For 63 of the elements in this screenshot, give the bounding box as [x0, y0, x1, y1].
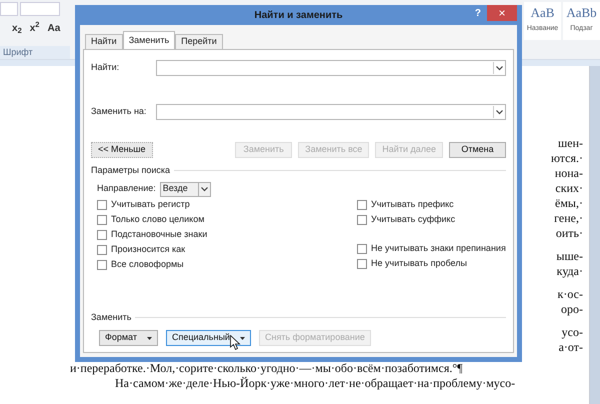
document-text-line: нона-	[554, 166, 583, 181]
size-field[interactable]	[20, 2, 60, 16]
tab[interactable]: Заменить	[122, 31, 176, 49]
checkbox[interactable]	[357, 215, 367, 225]
format-tool[interactable]: Aa	[47, 20, 60, 36]
checkbox-label: Учитывать суффикс	[371, 213, 456, 226]
document-text-line: а·от-	[558, 340, 583, 355]
checkbox-label: Произносится как	[111, 243, 186, 256]
font-field[interactable]	[0, 2, 18, 16]
caret-icon	[240, 336, 245, 340]
direction-select[interactable]: Везде	[160, 182, 211, 196]
section-title: Заменить	[91, 310, 132, 324]
dialog-button[interactable]: Отмена	[449, 142, 506, 158]
style-sample: AaBb	[566, 4, 597, 22]
replace-field[interactable]	[156, 104, 506, 120]
document-text-line: усо-	[562, 325, 583, 340]
caret-icon	[146, 336, 152, 340]
chevron-down-icon	[496, 110, 503, 114]
document-text-line: ёмы,·	[555, 196, 583, 211]
tab[interactable]: Найти	[85, 34, 123, 49]
checkbox[interactable]	[97, 230, 107, 240]
checkbox-label: Учитывать регистр	[111, 198, 190, 212]
document-text-line: и·переработке.·Мол,·сорите·сколько·угодно·—·мы·обо·всём·позаботимся.°¶	[70, 361, 464, 376]
document-text-line: На·самом·же·деле·Нью-Йорк·уже·много·лет·не·обращает·на·проблему·мусо-	[114, 376, 516, 391]
document-text-line: ских·	[555, 181, 583, 196]
checkbox[interactable]	[97, 215, 107, 225]
field-label: Найти:	[91, 61, 120, 74]
checkbox-label: Не учитывать пробелы	[371, 257, 467, 270]
document-text-line: куда·	[556, 264, 583, 279]
checkbox-label: Учитывать префикс	[371, 198, 454, 212]
document-text-line: оро-	[561, 302, 583, 317]
checkbox[interactable]	[357, 244, 367, 254]
document-text-line: шен-	[558, 136, 583, 151]
checkbox-label: Все словоформы	[111, 258, 184, 272]
chevron-down-icon	[200, 186, 208, 192]
dropdown-button[interactable]: Специальный	[166, 330, 251, 346]
checkbox[interactable]	[97, 200, 107, 210]
dropdown-button[interactable]: Формат	[99, 330, 158, 346]
document-text-line: к·ос-	[558, 287, 583, 302]
field-label: Заменить на:	[91, 105, 148, 118]
format-tool[interactable]: x$_{2}$	[12, 20, 22, 36]
checkbox-label: Подстановочные знаки	[111, 228, 208, 242]
checkbox[interactable]	[97, 245, 107, 255]
document-text-line: оить·	[556, 226, 583, 241]
less-options-button[interactable]: << Меньше	[91, 142, 153, 158]
format-tool[interactable]: x$^{2}$	[30, 20, 40, 36]
chevron-down-icon	[496, 66, 503, 70]
style-sample: AaB	[530, 4, 554, 22]
tab[interactable]: Перейти	[175, 34, 223, 49]
find-field[interactable]	[156, 60, 506, 76]
checkbox-label: Только слово целиком	[111, 213, 204, 226]
document-text-line: ыше-	[556, 249, 583, 264]
document-text-line: ются.·	[550, 151, 583, 166]
document-text-line: гене,·	[554, 211, 583, 226]
checkbox[interactable]	[357, 259, 367, 269]
checkbox-label: Не учитывать знаки препинания	[371, 242, 506, 256]
group-label: Шрифт	[0, 46, 70, 59]
close-button[interactable]: ×	[487, 5, 517, 21]
window-title: Найти и заменить	[254, 8, 343, 22]
checkbox[interactable]	[97, 260, 107, 270]
section-title: Параметры поиска	[91, 164, 170, 177]
field-label: Направление:	[97, 182, 156, 196]
checkbox[interactable]	[357, 200, 367, 210]
